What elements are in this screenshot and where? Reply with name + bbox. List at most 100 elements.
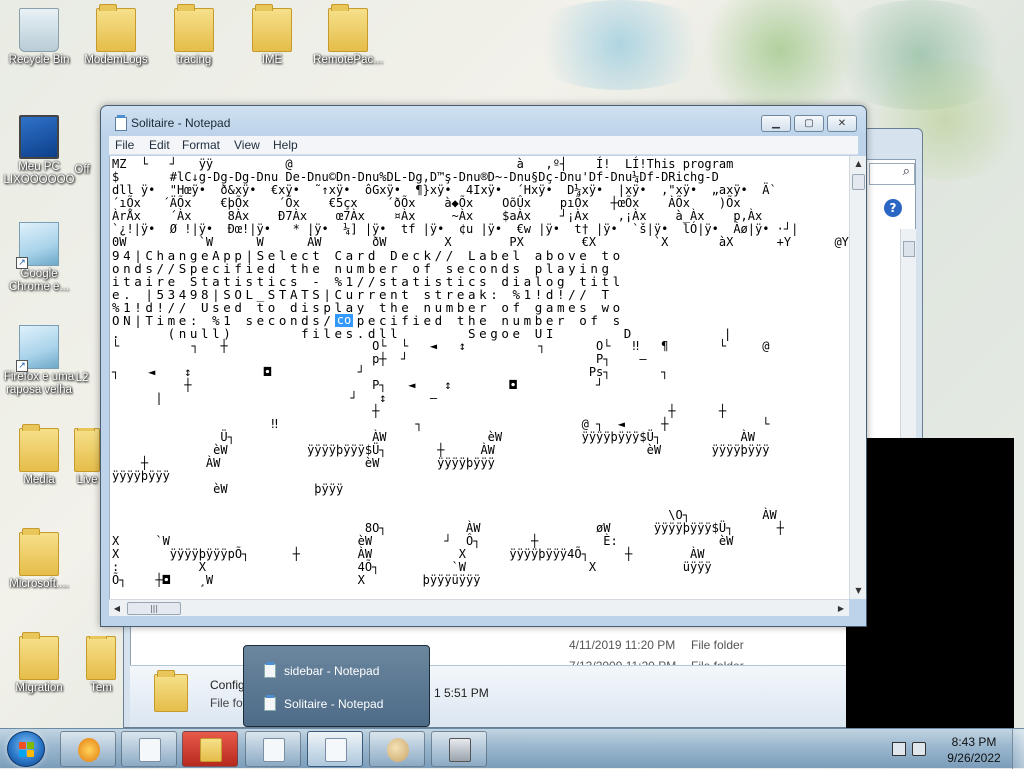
notepad-icon xyxy=(325,738,347,762)
window-title: Solitaire - Notepad xyxy=(131,116,231,130)
desktop-icon-google-chrome[interactable]: ↗ Google Chrome e... xyxy=(0,222,78,294)
text-selection[interactable]: co xyxy=(335,314,353,327)
vertical-scrollbar[interactable]: ▲ ▼ xyxy=(849,156,866,599)
shortcut-icon: ↗ xyxy=(16,222,59,269)
computer-icon xyxy=(19,115,59,159)
desktop-icon-live[interactable]: Live xyxy=(72,428,102,487)
menu-format[interactable]: Format xyxy=(182,138,220,152)
clock-time[interactable]: 8:43 PM xyxy=(934,735,1014,749)
menu-edit[interactable]: Edit xyxy=(149,138,170,152)
network-icon[interactable] xyxy=(892,742,906,756)
black-rectangle xyxy=(846,438,1014,728)
notepad-window[interactable]: Solitaire - Notepad ▁ ▢ ✕ File Edit Form… xyxy=(100,105,867,627)
taskbar-explorer[interactable] xyxy=(182,731,238,767)
scroll-right-icon[interactable]: ▶ xyxy=(833,600,849,617)
start-button[interactable] xyxy=(7,731,45,767)
notepad-icon xyxy=(264,695,276,711)
show-desktop-button[interactable] xyxy=(1012,729,1024,769)
desktop-icon-temp[interactable]: Tem xyxy=(80,636,122,695)
notepad-icon xyxy=(263,738,285,762)
popup-item-label: Solitaire - Notepad xyxy=(284,697,384,711)
desktop-icon-label: Recycle Bin xyxy=(8,54,70,66)
desktop-icon-recycle-bin[interactable]: Recycle Bin xyxy=(0,8,78,67)
volume-icon[interactable] xyxy=(912,742,926,756)
folder-icon xyxy=(174,4,214,52)
desktop-icon-label: L2 xyxy=(75,372,89,384)
notepad-icon xyxy=(139,738,161,762)
popup-item-label: sidebar - Notepad xyxy=(284,664,380,678)
desktop-icon-l2[interactable]: L2 xyxy=(62,360,102,385)
desktop-icon-label: Live xyxy=(76,474,98,486)
folder-icon xyxy=(328,4,368,52)
close-button[interactable]: ✕ xyxy=(827,115,857,132)
taskbar-printer[interactable] xyxy=(431,731,487,767)
desktop-icon-office[interactable]: Off xyxy=(62,128,102,177)
menu-view[interactable]: View xyxy=(234,138,260,152)
popup-item-solitaire[interactable]: Solitaire - Notepad xyxy=(252,691,424,717)
desktop-icon-label: tracing xyxy=(176,54,212,66)
printer-icon xyxy=(449,738,471,762)
search-icon[interactable]: ⌕ xyxy=(869,163,915,185)
details-name: Config xyxy=(210,678,245,692)
desktop-icon-microsoft[interactable]: Microsoft.... xyxy=(0,528,78,591)
taskbar-paint[interactable] xyxy=(369,731,425,767)
scroll-up-icon[interactable]: ▲ xyxy=(850,156,867,172)
shortcut-icon: ↗ xyxy=(16,325,59,372)
taskbar-notepad-1[interactable] xyxy=(121,731,177,767)
folder-icon xyxy=(96,4,136,52)
horizontal-scrollbar[interactable]: ◀ ||| ▶ xyxy=(109,599,849,616)
menu-file[interactable]: File xyxy=(115,138,134,152)
text-line: Õ┐ ┼◘ ¸W X þÿÿÿüÿÿÿ xyxy=(112,573,481,587)
shortcut-arrow-icon: ↗ xyxy=(16,360,28,372)
desktop-icon-label: RemotePac... xyxy=(313,54,383,66)
recycle-bin-icon xyxy=(19,8,59,52)
desktop-icon-ime[interactable]: IME xyxy=(233,4,311,67)
folder-icon xyxy=(19,528,59,576)
folder-icon xyxy=(19,632,59,680)
desktop-icon-tracing[interactable]: tracing xyxy=(155,4,233,67)
minimize-button[interactable]: ▁ xyxy=(761,115,791,132)
folder-icon xyxy=(200,738,222,762)
desktop-icon-remotepac[interactable]: RemotePac... xyxy=(309,4,387,67)
notepad-icon xyxy=(264,662,276,678)
details-date: 1 5:51 PM xyxy=(434,686,489,700)
folder-icon xyxy=(86,636,116,680)
desktop-icon-media[interactable]: Media xyxy=(0,424,78,487)
help-icon[interactable]: ? xyxy=(884,199,902,217)
notepad-icon xyxy=(115,115,127,131)
taskbar-notepad-2[interactable] xyxy=(245,731,301,767)
text-area[interactable]: MZ └ ┘ ÿÿ @ à ‚º┤ Í! LÍ!This program $ #… xyxy=(109,156,849,599)
desktop-icon-label: Migration xyxy=(15,682,63,694)
taskbar-notepad-group[interactable] xyxy=(307,731,363,767)
taskbar: 8:43 PM 9/26/2022 xyxy=(0,728,1024,769)
taskbar-media-player[interactable] xyxy=(60,731,116,767)
scroll-left-icon[interactable]: ◀ xyxy=(109,600,125,617)
desktop-icon-label: Microsoft.... xyxy=(9,578,69,590)
desktop-icon-modemlogs[interactable]: ModemLogs xyxy=(77,4,155,67)
explorer-row-date[interactable]: 4/11/2019 11:20 PM xyxy=(569,638,675,652)
desktop-icon-label: Google Chrome e... xyxy=(8,268,70,293)
folder-icon xyxy=(154,670,188,712)
taskbar-thumbnail-popup: sidebar - Notepad Solitaire - Notepad xyxy=(243,645,430,727)
paint-palette-icon xyxy=(387,738,409,762)
scroll-thumb[interactable] xyxy=(852,174,865,190)
desktop-icon-migration[interactable]: Migration xyxy=(0,632,78,695)
folder-icon xyxy=(74,428,100,472)
scroll-down-icon[interactable]: ▼ xyxy=(850,583,867,599)
text-line: èW þÿÿÿ xyxy=(112,482,344,496)
media-player-icon xyxy=(78,738,100,762)
windows-logo-icon xyxy=(19,742,35,758)
desktop-icon-label: Media xyxy=(23,474,55,486)
maximize-button[interactable]: ▢ xyxy=(794,115,824,132)
scroll-thumb[interactable] xyxy=(903,241,915,257)
desktop-icon-label: ModemLogs xyxy=(84,54,148,66)
menu-help[interactable]: Help xyxy=(273,138,298,152)
desktop-icon-label: Tem xyxy=(90,682,112,694)
clock-date[interactable]: 9/26/2022 xyxy=(934,751,1014,765)
desktop-icon-label: IME xyxy=(261,54,283,66)
popup-item-sidebar[interactable]: sidebar - Notepad xyxy=(252,658,424,684)
explorer-row-type: File folder xyxy=(691,638,744,652)
details-type: File fo xyxy=(210,696,243,710)
menu-bar: File Edit Format View Help xyxy=(109,136,858,155)
scroll-thumb[interactable]: ||| xyxy=(127,602,181,615)
